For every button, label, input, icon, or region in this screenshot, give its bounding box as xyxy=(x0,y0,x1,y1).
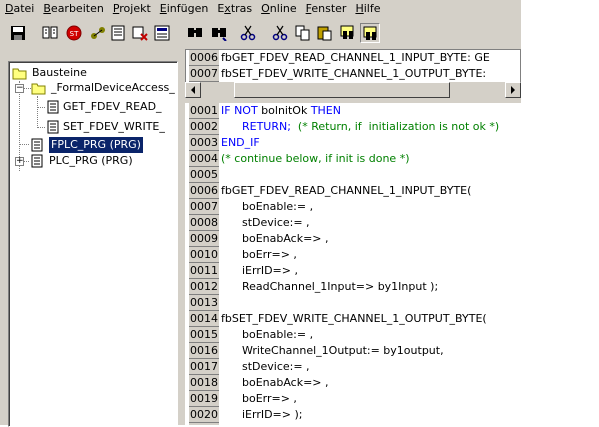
save-icon[interactable] xyxy=(8,23,28,43)
line-number: 0020 xyxy=(189,407,219,423)
desktop-background xyxy=(521,0,599,425)
tree-folder-label: _FormalDeviceAccess_ xyxy=(51,81,175,94)
scroll-left-icon[interactable] xyxy=(185,82,201,98)
menu-extras[interactable]: Extras xyxy=(212,0,256,18)
line-number: 0014 xyxy=(189,311,219,327)
code-line: boErr=> , xyxy=(221,248,297,261)
code-line: IF NOT bolnitOk THEN xyxy=(221,104,341,117)
code-line: WriteChannel_1Output:= by1output, xyxy=(221,344,444,357)
code-line: iErrID=> ); xyxy=(221,408,303,421)
line-number: 0015 xyxy=(189,327,219,343)
code-line: stDevice:= , xyxy=(221,216,310,229)
decl-line-number: 0007 xyxy=(189,66,219,82)
find-next-icon[interactable] xyxy=(209,23,229,43)
tree-guide xyxy=(19,144,29,145)
code-line: boEnable:= , xyxy=(221,328,314,341)
menu-bar: Datei Bearbeiten Projekt Einfügen Extras Onli… xyxy=(0,0,521,18)
menu-online[interactable]: Online xyxy=(256,0,301,18)
menu-einfgen[interactable]: Einfügen xyxy=(155,0,213,18)
horizontal-scrollbar[interactable] xyxy=(185,82,521,98)
tree-item-label: GET_FDEV_READ_ xyxy=(63,100,162,113)
folder-open-icon xyxy=(31,83,46,95)
expand-icon[interactable]: + xyxy=(15,157,24,166)
document-icon xyxy=(47,120,59,134)
find-replace-icon[interactable] xyxy=(338,23,358,43)
tree-root-label: Bausteine xyxy=(32,66,87,79)
line-number: 0007 xyxy=(189,199,219,215)
cut-icon[interactable] xyxy=(238,23,258,43)
tree-guide xyxy=(37,96,38,128)
tree-item-label: FPLC_PRG (PRG) xyxy=(49,137,143,153)
scroll-right-icon[interactable] xyxy=(505,82,521,98)
link-icon[interactable] xyxy=(88,23,108,43)
tree-guide xyxy=(37,107,45,108)
code-line: fbGET_FDEV_READ_CHANNEL_1_INPUT_BYTE( xyxy=(221,184,472,197)
code-line: boEnabAck=> , xyxy=(221,232,329,245)
decl-line-number: 0006 xyxy=(189,50,219,66)
tree-guide xyxy=(37,127,45,128)
line-number: 0001 xyxy=(189,103,219,119)
line-number: 0005 xyxy=(189,167,219,183)
find-icon[interactable] xyxy=(185,23,205,43)
line-number: 0018 xyxy=(189,375,219,391)
menu-bearbeiten[interactable]: Bearbeiten xyxy=(38,0,107,18)
code-line: boErr=> , xyxy=(221,392,297,405)
code-line: boEnable:= , xyxy=(221,200,314,213)
menu-projekt[interactable]: Projekt xyxy=(108,0,155,18)
cut2-icon[interactable] xyxy=(270,23,290,43)
decl-line: fbSET_FDEV_WRITE_CHANNEL_1_OUTPUT_BYTE: xyxy=(221,67,487,80)
line-number: 0017 xyxy=(189,359,219,375)
delete-object-icon[interactable] xyxy=(130,23,150,43)
menu-datei[interactable]: Datei xyxy=(0,0,38,18)
menu-fenster[interactable]: Fenster xyxy=(301,0,351,18)
line-number: 0003 xyxy=(189,135,219,151)
line-number: 0016 xyxy=(189,343,219,359)
decl-line: fbGET_FDEV_READ_CHANNEL_1_INPUT_BYTE: GE xyxy=(221,51,490,64)
line-number: 0019 xyxy=(189,391,219,407)
code-line: iErrID=> , xyxy=(221,264,298,277)
find-replace2-icon[interactable] xyxy=(360,23,380,43)
copy-icon[interactable] xyxy=(293,23,313,43)
properties-icon[interactable] xyxy=(152,23,172,43)
toolbar: ST xyxy=(0,18,521,50)
object-icon[interactable] xyxy=(108,23,128,43)
code-line: boEnabAck=> , xyxy=(221,376,329,389)
line-number: 0011 xyxy=(189,263,219,279)
code-line: fbSET_FDEV_WRITE_CHANNEL_1_OUTPUT_BYTE( xyxy=(221,312,487,325)
paste-icon[interactable] xyxy=(315,23,335,43)
folder-open-icon xyxy=(12,68,27,80)
tree-item-label: SET_FDEV_WRITE_ xyxy=(63,120,165,133)
code-line: RETURN; (* Return, if initialization is … xyxy=(221,120,500,133)
line-number: 0013 xyxy=(189,295,219,311)
document-icon xyxy=(47,100,59,114)
code-line: stDevice:= , xyxy=(221,360,310,373)
document-icon xyxy=(31,154,43,168)
menu-hilfe[interactable]: Hilfe xyxy=(350,0,384,18)
build-icon[interactable] xyxy=(40,23,60,43)
line-number: 0006 xyxy=(189,183,219,199)
code-line: ReadChannel_1Input=> by1Input ); xyxy=(221,280,439,293)
tree-item-label: PLC_PRG (PRG) xyxy=(49,154,133,167)
line-number: 0002 xyxy=(189,119,219,135)
line-number: 0004 xyxy=(189,151,219,167)
line-number: 0012 xyxy=(189,279,219,295)
scrollbar-thumb[interactable] xyxy=(234,82,450,98)
svg-text:ST: ST xyxy=(70,30,79,38)
stop-icon[interactable]: ST xyxy=(64,23,84,43)
code-line: END_IF xyxy=(221,136,260,149)
code-line: (* continue below, if init is done *) xyxy=(221,152,410,165)
pane-splitter[interactable] xyxy=(179,49,185,425)
document-icon xyxy=(31,138,43,152)
line-number: 0008 xyxy=(189,215,219,231)
line-number: 0010 xyxy=(189,247,219,263)
pou-tree: Bausteine − _FormalDeviceAccess_ GET_FDE… xyxy=(8,61,178,427)
line-number: 0009 xyxy=(189,231,219,247)
collapse-icon[interactable]: − xyxy=(15,84,24,93)
